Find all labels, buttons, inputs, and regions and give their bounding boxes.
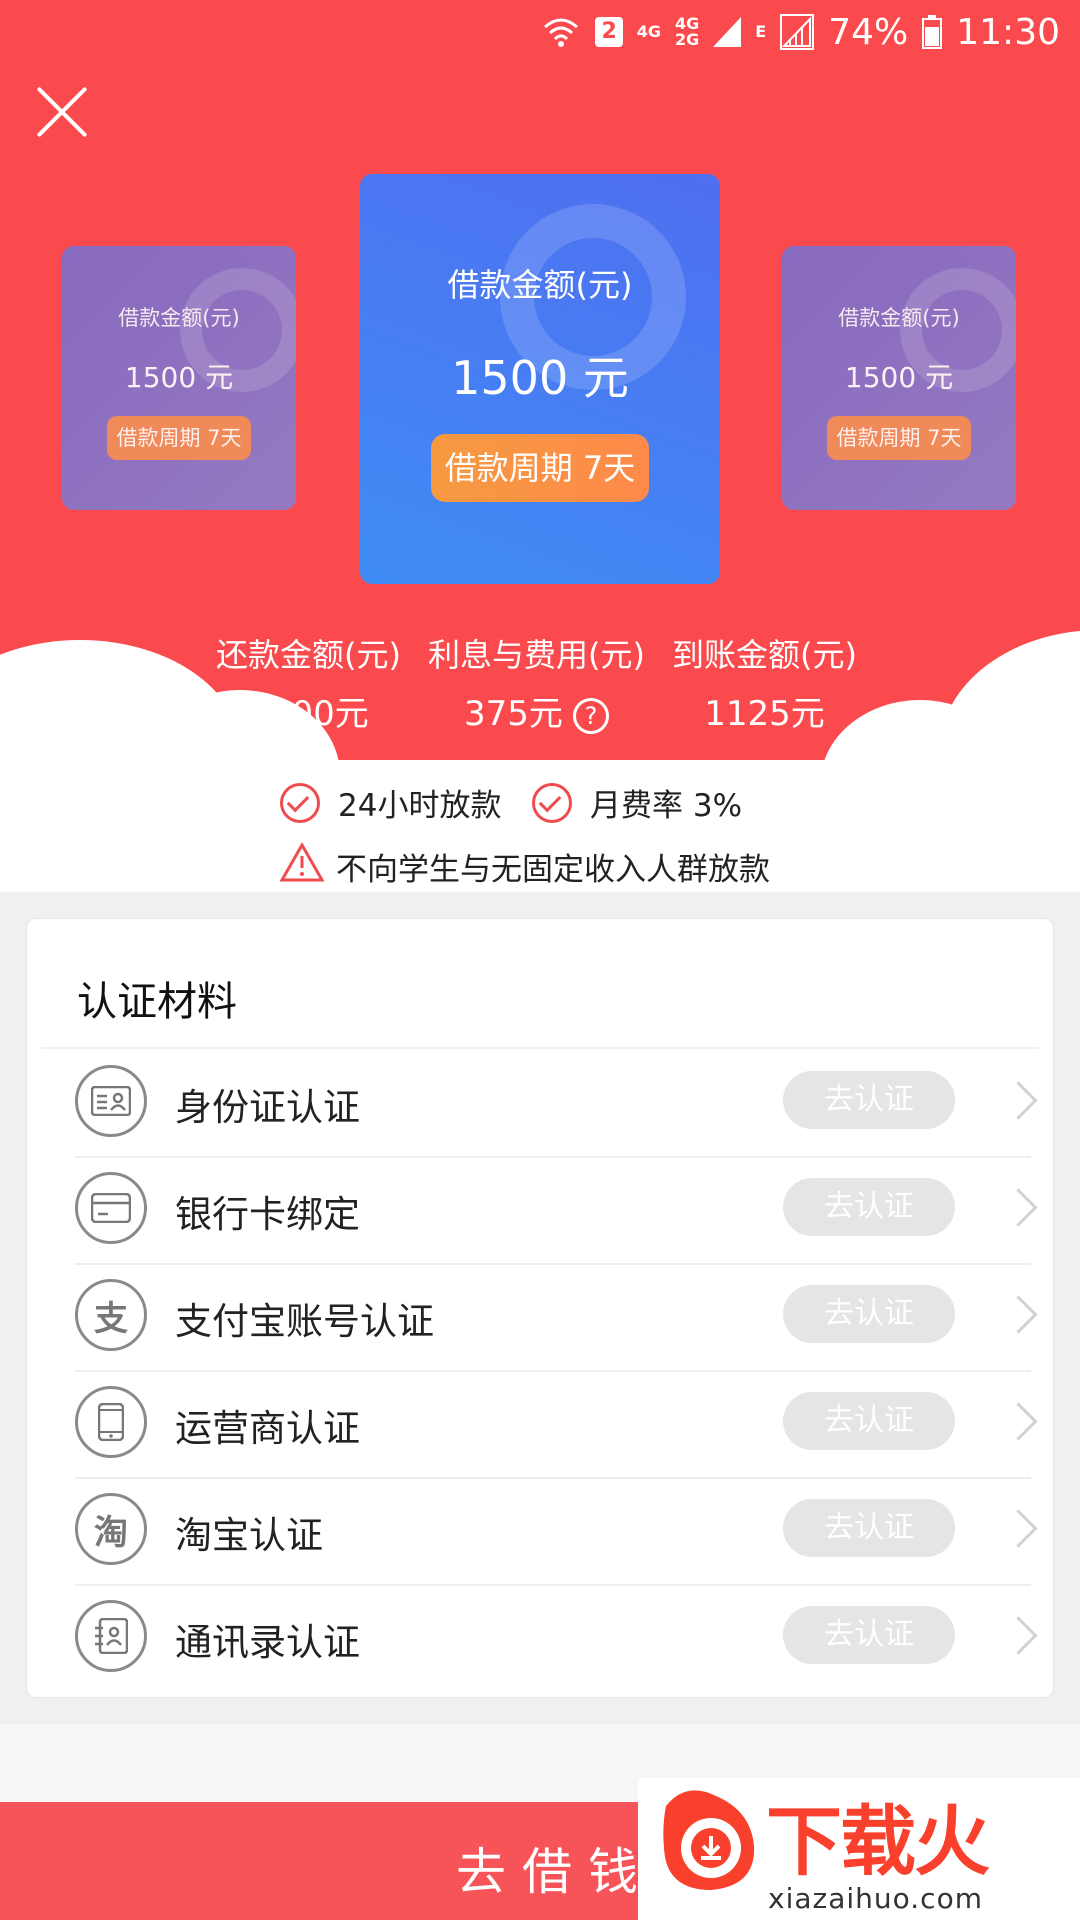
received-value: 1125元 xyxy=(704,694,825,734)
chevron-right-icon xyxy=(999,1509,1038,1548)
bank-card-icon xyxy=(75,1172,147,1244)
feature-rate: 月费率 3% xyxy=(532,780,742,825)
loan-card-right[interactable]: 借款金额(元) 1500 元 借款周期 7天 xyxy=(782,246,1016,510)
verify-button[interactable]: 去认证 xyxy=(783,1606,955,1664)
loan-card-left[interactable]: 借款金额(元) 1500 元 借款周期 7天 xyxy=(62,246,296,510)
auth-row-label: 淘宝认证 xyxy=(175,1514,323,1557)
card-amount-label: 借款金额(元) xyxy=(838,306,960,330)
interest-value-row: 375元? xyxy=(428,686,645,735)
verify-button[interactable]: 去认证 xyxy=(783,1285,955,1343)
status-bar: 2 4G 4G 2G E 74% 11:30 xyxy=(541,0,1060,64)
verify-button[interactable]: 去认证 xyxy=(783,1178,955,1236)
phone-icon xyxy=(75,1386,147,1458)
features-band: 24小时放款 月费率 3% 不向学生与无固定收入人群放款 xyxy=(0,760,1080,892)
id-card-icon xyxy=(75,1065,147,1137)
chevron-right-icon xyxy=(999,1081,1038,1120)
alipay-icon: 支 xyxy=(75,1279,147,1351)
net-type-1: 4G xyxy=(636,22,662,41)
card-amount-label: 借款金额(元) xyxy=(447,266,633,304)
sim-badge: 2 xyxy=(595,17,623,47)
wifi-icon xyxy=(544,18,579,47)
verify-button[interactable]: 去认证 xyxy=(783,1071,955,1129)
verify-button[interactable]: 去认证 xyxy=(783,1392,955,1450)
borrow-button-label: 去借钱 xyxy=(456,1843,654,1901)
verify-button[interactable]: 去认证 xyxy=(783,1499,955,1557)
chevron-right-icon xyxy=(999,1188,1038,1227)
auth-materials-panel: 认证材料 身份证认证 去认证 银行卡绑定 去认证 支 支付宝账号认证 去认证 运… xyxy=(26,918,1054,1698)
feature-label: 月费率 3% xyxy=(590,788,743,824)
auth-row-label: 通讯录认证 xyxy=(175,1621,360,1664)
loan-header: 2 4G 4G 2G E 74% 11:30 借款金额(元) 1500 元 借款周… xyxy=(0,0,1080,860)
summary-interest: 利息与费用(元) 375元? xyxy=(428,630,645,735)
auth-row-label: 运营商认证 xyxy=(175,1407,360,1450)
warning-icon xyxy=(280,842,324,882)
card-period-badge: 借款周期 7天 xyxy=(430,434,650,502)
auth-row-bank-card[interactable]: 银行卡绑定 去认证 xyxy=(75,1158,1038,1265)
card-amount-label: 借款金额(元) xyxy=(118,306,240,330)
divider xyxy=(41,1047,1039,1049)
signal-icon xyxy=(713,17,742,47)
interest-value: 375元 xyxy=(464,694,563,734)
auth-row-label: 支付宝账号认证 xyxy=(175,1300,434,1343)
net-type-3: E xyxy=(755,22,767,41)
summary-received: 到账金额(元) 1125元 xyxy=(672,630,857,735)
watermark: 下载火 xiazaihuo.com xyxy=(638,1778,1080,1920)
warning-text: 不向学生与无固定收入人群放款 xyxy=(336,852,770,888)
auth-row-label: 身份证认证 xyxy=(175,1086,360,1129)
taobao-icon: 淘 xyxy=(75,1493,147,1565)
feature-fast-loan: 24小时放款 xyxy=(280,780,501,825)
panel-title: 认证材料 xyxy=(77,979,237,1025)
chevron-right-icon xyxy=(999,1295,1038,1334)
chevron-right-icon xyxy=(999,1616,1038,1655)
received-label: 到账金额(元) xyxy=(672,636,857,674)
repay-label: 还款金额(元) xyxy=(216,636,401,674)
close-icon[interactable] xyxy=(34,84,90,140)
repay-value: 1500元 xyxy=(248,694,369,734)
feature-label: 24小时放款 xyxy=(338,788,502,824)
auth-row-alipay[interactable]: 支 支付宝账号认证 去认证 xyxy=(75,1265,1038,1372)
auth-row-label: 银行卡绑定 xyxy=(175,1193,360,1236)
interest-label: 利息与费用(元) xyxy=(428,636,645,674)
battery-icon xyxy=(922,15,943,49)
watermark-url: xiazaihuo.com xyxy=(768,1882,983,1915)
check-icon xyxy=(532,782,572,823)
auth-row-id-card[interactable]: 身份证认证 去认证 xyxy=(75,1051,1038,1158)
clock: 11:30 xyxy=(956,11,1060,53)
check-icon xyxy=(280,782,320,823)
watermark-logo-icon xyxy=(663,1790,755,1890)
card-period-badge: 借款周期 7天 xyxy=(107,416,251,460)
auth-row-carrier[interactable]: 运营商认证 去认证 xyxy=(75,1372,1038,1479)
net-type-2: 4G 2G xyxy=(675,14,700,49)
chevron-right-icon xyxy=(999,1402,1038,1441)
watermark-text: 下载火 xyxy=(766,1797,990,1886)
card-amount: 1500 元 xyxy=(124,361,234,394)
auth-row-taobao[interactable]: 淘 淘宝认证 去认证 xyxy=(75,1479,1038,1586)
card-amount: 1500 元 xyxy=(451,351,629,405)
battery-percent: 74% xyxy=(828,11,909,53)
card-period-badge: 借款周期 7天 xyxy=(827,416,971,460)
help-icon[interactable]: ? xyxy=(572,697,609,734)
summary-repay: 还款金额(元) 1500元 xyxy=(216,630,401,735)
contacts-icon xyxy=(75,1600,147,1672)
signal-icon-2 xyxy=(780,14,815,50)
card-amount: 1500 元 xyxy=(844,361,954,394)
loan-card-center[interactable]: 借款金额(元) 1500 元 借款周期 7天 xyxy=(360,174,720,584)
auth-row-contacts[interactable]: 通讯录认证 去认证 xyxy=(75,1586,1038,1693)
